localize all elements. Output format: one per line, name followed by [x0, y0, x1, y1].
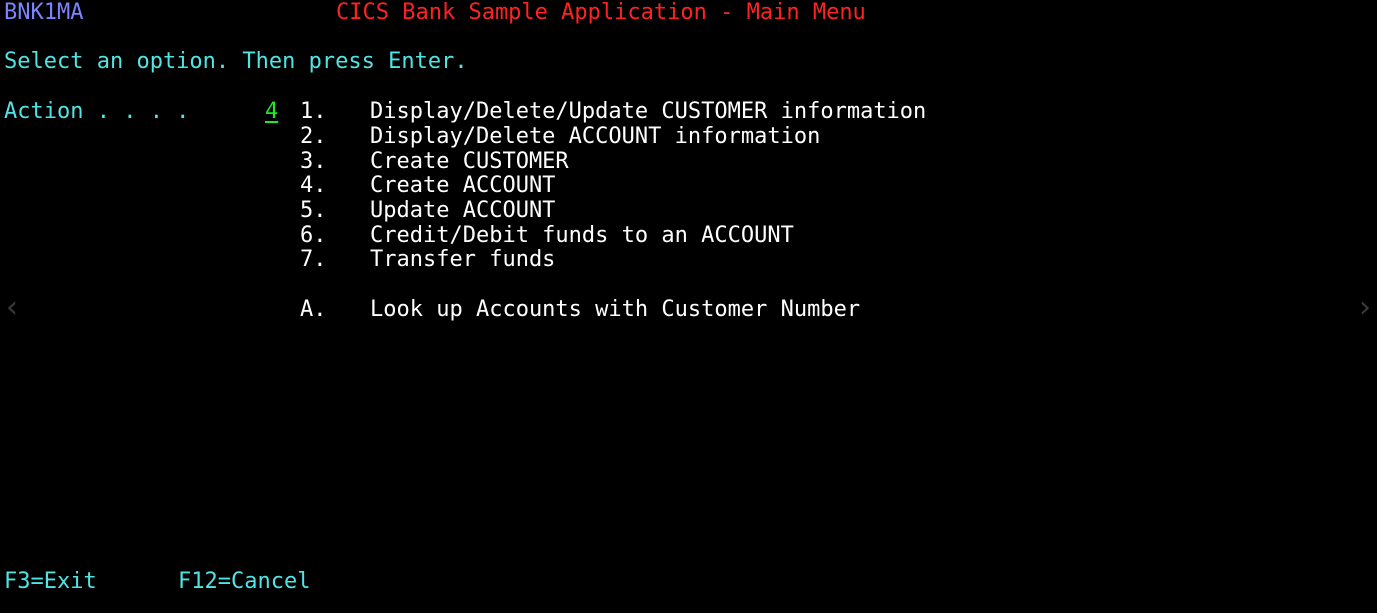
- menu-item-6-key: 6.: [300, 223, 327, 248]
- menu-item-1-label: Display/Delete/Update CUSTOMER informati…: [370, 99, 927, 124]
- menu-item-7-label: Transfer funds: [370, 247, 556, 272]
- menu-item-5-label: Update ACCOUNT: [370, 198, 556, 223]
- menu-item-a-label: Look up Accounts with Customer Number: [370, 297, 861, 322]
- menu-item-4-label: Create ACCOUNT: [370, 173, 556, 198]
- menu-item-3-key: 3.: [300, 149, 327, 174]
- menu-item-2-key: 2.: [300, 124, 327, 149]
- map-id: BNK1MA: [4, 0, 84, 25]
- instruction-text: Select an option. Then press Enter.: [4, 49, 468, 74]
- chevron-right-icon[interactable]: ›: [1355, 290, 1375, 326]
- menu-item-6-label: Credit/Debit funds to an ACCOUNT: [370, 223, 794, 248]
- menu-item-2-label: Display/Delete ACCOUNT information: [370, 124, 821, 149]
- menu-item-7-key: 7.: [300, 247, 327, 272]
- chevron-left-icon[interactable]: ‹: [2, 290, 22, 326]
- screen-title: CICS Bank Sample Application - Main Menu: [336, 0, 866, 25]
- menu-item-a-key: A.: [300, 297, 327, 322]
- action-label: Action . . . .: [4, 99, 190, 124]
- action-input[interactable]: 4: [265, 99, 278, 125]
- menu-item-3-label: Create CUSTOMER: [370, 149, 569, 174]
- menu-item-4-key: 4.: [300, 173, 327, 198]
- f3-exit-key[interactable]: F3=Exit: [4, 569, 97, 595]
- menu-item-1-key: 1.: [300, 99, 327, 124]
- f12-cancel-key[interactable]: F12=Cancel: [178, 569, 310, 595]
- menu-item-5-key: 5.: [300, 198, 327, 223]
